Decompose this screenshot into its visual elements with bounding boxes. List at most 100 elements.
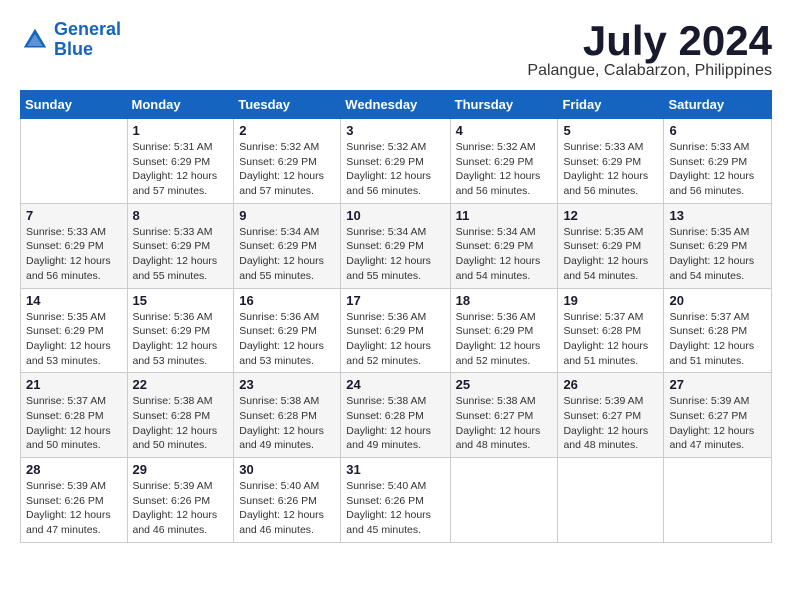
- day-info: Sunrise: 5:39 AMSunset: 6:26 PMDaylight:…: [133, 479, 229, 538]
- day-info: Sunrise: 5:36 AMSunset: 6:29 PMDaylight:…: [239, 310, 335, 369]
- day-number: 9: [239, 208, 335, 223]
- day-info: Sunrise: 5:31 AMSunset: 6:29 PMDaylight:…: [133, 140, 229, 199]
- calendar-cell: 6 Sunrise: 5:33 AMSunset: 6:29 PMDaylight…: [664, 119, 772, 204]
- day-info: Sunrise: 5:38 AMSunset: 6:27 PMDaylight:…: [456, 394, 553, 453]
- calendar-cell: 27 Sunrise: 5:39 AMSunset: 6:27 PMDayligh…: [664, 373, 772, 458]
- day-number: 17: [346, 293, 444, 308]
- day-info: Sunrise: 5:33 AMSunset: 6:29 PMDaylight:…: [133, 225, 229, 284]
- calendar-cell: 3 Sunrise: 5:32 AMSunset: 6:29 PMDaylight…: [341, 119, 450, 204]
- week-row-5: 28 Sunrise: 5:39 AMSunset: 6:26 PMDayligh…: [21, 458, 772, 543]
- day-info: Sunrise: 5:38 AMSunset: 6:28 PMDaylight:…: [239, 394, 335, 453]
- day-info: Sunrise: 5:35 AMSunset: 6:29 PMDaylight:…: [563, 225, 658, 284]
- calendar-cell: 25 Sunrise: 5:38 AMSunset: 6:27 PMDayligh…: [450, 373, 558, 458]
- calendar-cell: [450, 458, 558, 543]
- logo-line2: Blue: [54, 39, 93, 59]
- weekday-header-sunday: Sunday: [21, 91, 128, 119]
- calendar-cell: 24 Sunrise: 5:38 AMSunset: 6:28 PMDayligh…: [341, 373, 450, 458]
- day-info: Sunrise: 5:35 AMSunset: 6:29 PMDaylight:…: [669, 225, 766, 284]
- title-section: July 2024 Palangue, Calabarzon, Philippi…: [527, 20, 772, 80]
- week-row-1: 1 Sunrise: 5:31 AMSunset: 6:29 PMDaylight…: [21, 119, 772, 204]
- day-number: 6: [669, 123, 766, 138]
- calendar-cell: [558, 458, 664, 543]
- day-number: 26: [563, 377, 658, 392]
- logo-text: General Blue: [54, 20, 121, 60]
- day-number: 11: [456, 208, 553, 223]
- weekday-header-tuesday: Tuesday: [234, 91, 341, 119]
- day-number: 23: [239, 377, 335, 392]
- day-number: 1: [133, 123, 229, 138]
- calendar-cell: 9 Sunrise: 5:34 AMSunset: 6:29 PMDaylight…: [234, 203, 341, 288]
- weekday-header-row: SundayMondayTuesdayWednesdayThursdayFrid…: [21, 91, 772, 119]
- day-info: Sunrise: 5:34 AMSunset: 6:29 PMDaylight:…: [346, 225, 444, 284]
- day-info: Sunrise: 5:33 AMSunset: 6:29 PMDaylight:…: [26, 225, 122, 284]
- day-info: Sunrise: 5:32 AMSunset: 6:29 PMDaylight:…: [239, 140, 335, 199]
- calendar-cell: 17 Sunrise: 5:36 AMSunset: 6:29 PMDayligh…: [341, 288, 450, 373]
- day-info: Sunrise: 5:32 AMSunset: 6:29 PMDaylight:…: [346, 140, 444, 199]
- day-info: Sunrise: 5:38 AMSunset: 6:28 PMDaylight:…: [133, 394, 229, 453]
- calendar-cell: [664, 458, 772, 543]
- calendar-cell: 19Sunrise: 5:37 AMSunset: 6:28 PMDayligh…: [558, 288, 664, 373]
- day-info: Sunrise: 5:37 AMSunset: 6:28 PMDaylight:…: [669, 310, 766, 369]
- calendar-cell: 23 Sunrise: 5:38 AMSunset: 6:28 PMDayligh…: [234, 373, 341, 458]
- day-number: 16: [239, 293, 335, 308]
- calendar-cell: 7Sunrise: 5:33 AMSunset: 6:29 PMDaylight…: [21, 203, 128, 288]
- calendar-cell: 18 Sunrise: 5:36 AMSunset: 6:29 PMDayligh…: [450, 288, 558, 373]
- calendar-cell: 14 Sunrise: 5:35 AMSunset: 6:29 PMDayligh…: [21, 288, 128, 373]
- day-number: 12: [563, 208, 658, 223]
- logo: General Blue: [20, 20, 121, 60]
- day-info: Sunrise: 5:32 AMSunset: 6:29 PMDaylight:…: [456, 140, 553, 199]
- page-header: General Blue July 2024 Palangue, Calabar…: [20, 20, 772, 80]
- calendar-cell: 4Sunrise: 5:32 AMSunset: 6:29 PMDaylight…: [450, 119, 558, 204]
- weekday-header-thursday: Thursday: [450, 91, 558, 119]
- calendar-cell: 22 Sunrise: 5:38 AMSunset: 6:28 PMDayligh…: [127, 373, 234, 458]
- calendar-cell: 13 Sunrise: 5:35 AMSunset: 6:29 PMDayligh…: [664, 203, 772, 288]
- day-number: 29: [133, 462, 229, 477]
- day-number: 30: [239, 462, 335, 477]
- calendar-header: SundayMondayTuesdayWednesdayThursdayFrid…: [21, 91, 772, 119]
- day-number: 15: [133, 293, 229, 308]
- calendar-cell: 29 Sunrise: 5:39 AMSunset: 6:26 PMDayligh…: [127, 458, 234, 543]
- day-number: 18: [456, 293, 553, 308]
- location-title: Palangue, Calabarzon, Philippines: [527, 62, 772, 80]
- calendar-cell: 2Sunrise: 5:32 AMSunset: 6:29 PMDaylight…: [234, 119, 341, 204]
- day-info: Sunrise: 5:35 AMSunset: 6:29 PMDaylight:…: [26, 310, 122, 369]
- day-number: 28: [26, 462, 122, 477]
- day-number: 21: [26, 377, 122, 392]
- day-number: 20: [669, 293, 766, 308]
- day-info: Sunrise: 5:34 AMSunset: 6:29 PMDaylight:…: [239, 225, 335, 284]
- calendar-cell: [21, 119, 128, 204]
- day-number: 31: [346, 462, 444, 477]
- week-row-2: 7Sunrise: 5:33 AMSunset: 6:29 PMDaylight…: [21, 203, 772, 288]
- weekday-header-friday: Friday: [558, 91, 664, 119]
- logo-icon: [20, 25, 50, 55]
- day-number: 24: [346, 377, 444, 392]
- day-number: 14: [26, 293, 122, 308]
- calendar-cell: 20 Sunrise: 5:37 AMSunset: 6:28 PMDayligh…: [664, 288, 772, 373]
- calendar-cell: 30Sunrise: 5:40 AMSunset: 6:26 PMDayligh…: [234, 458, 341, 543]
- day-number: 13: [669, 208, 766, 223]
- day-number: 22: [133, 377, 229, 392]
- calendar-cell: 31Sunrise: 5:40 AMSunset: 6:26 PMDayligh…: [341, 458, 450, 543]
- day-number: 5: [563, 123, 658, 138]
- day-info: Sunrise: 5:38 AMSunset: 6:28 PMDaylight:…: [346, 394, 444, 453]
- weekday-header-saturday: Saturday: [664, 91, 772, 119]
- calendar-body: 1 Sunrise: 5:31 AMSunset: 6:29 PMDaylight…: [21, 119, 772, 543]
- week-row-3: 14 Sunrise: 5:35 AMSunset: 6:29 PMDayligh…: [21, 288, 772, 373]
- weekday-header-monday: Monday: [127, 91, 234, 119]
- day-info: Sunrise: 5:36 AMSunset: 6:29 PMDaylight:…: [346, 310, 444, 369]
- day-info: Sunrise: 5:33 AMSunset: 6:29 PMDaylight:…: [563, 140, 658, 199]
- day-number: 10: [346, 208, 444, 223]
- logo-line1: General: [54, 19, 121, 39]
- calendar-cell: 1 Sunrise: 5:31 AMSunset: 6:29 PMDaylight…: [127, 119, 234, 204]
- week-row-4: 21Sunrise: 5:37 AMSunset: 6:28 PMDayligh…: [21, 373, 772, 458]
- day-info: Sunrise: 5:33 AMSunset: 6:29 PMDaylight:…: [669, 140, 766, 199]
- calendar-table: SundayMondayTuesdayWednesdayThursdayFrid…: [20, 90, 772, 543]
- day-number: 27: [669, 377, 766, 392]
- day-info: Sunrise: 5:39 AMSunset: 6:27 PMDaylight:…: [669, 394, 766, 453]
- day-info: Sunrise: 5:37 AMSunset: 6:28 PMDaylight:…: [563, 310, 658, 369]
- day-info: Sunrise: 5:36 AMSunset: 6:29 PMDaylight:…: [133, 310, 229, 369]
- day-number: 25: [456, 377, 553, 392]
- day-info: Sunrise: 5:36 AMSunset: 6:29 PMDaylight:…: [456, 310, 553, 369]
- day-number: 3: [346, 123, 444, 138]
- calendar-cell: 28Sunrise: 5:39 AMSunset: 6:26 PMDayligh…: [21, 458, 128, 543]
